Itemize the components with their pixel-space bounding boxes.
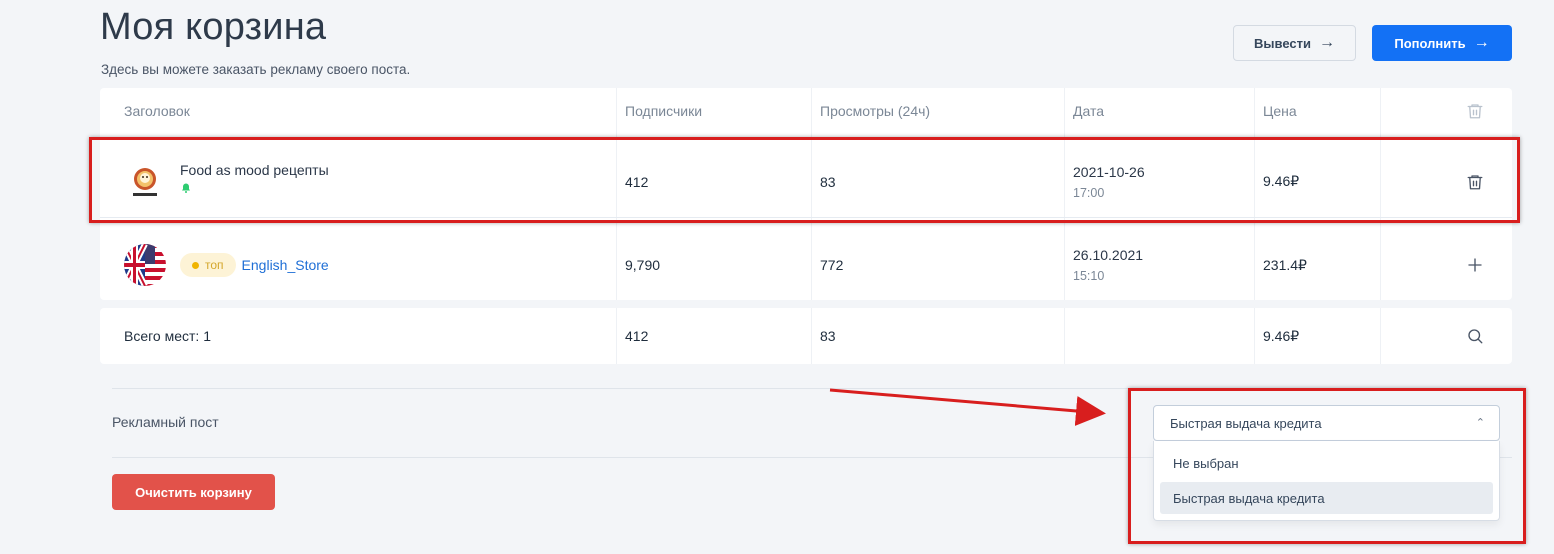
dropdown-option[interactable]: Не выбран — [1160, 447, 1493, 479]
search-icon[interactable] — [1462, 308, 1488, 364]
table-header: Заголовок Подписчики Просмотры (24ч) Дат… — [100, 88, 1512, 134]
channel-avatar — [124, 160, 166, 203]
chevron-up-icon: ⌃ — [1475, 417, 1485, 429]
table-row: топ English_Store 9,790 772 26.10.2021 1… — [100, 230, 1512, 300]
arrow-right-icon: → — [1318, 34, 1335, 51]
ad-post-selected: Быстрая выдача кредита — [1170, 415, 1322, 431]
total-price: 9.46₽ — [1263, 327, 1300, 344]
channel-avatar — [124, 244, 166, 286]
divider — [112, 388, 1512, 389]
time-value: 17:00 — [1073, 185, 1105, 200]
top-badge-label: топ — [205, 258, 224, 272]
date-value: 26.10.2021 — [1073, 247, 1144, 263]
price-value: 9.46₽ — [1263, 173, 1300, 189]
withdraw-button[interactable]: Вывести → — [1233, 25, 1356, 61]
total-label: Всего мест: 1 — [124, 328, 211, 344]
subscribers-value: 9,790 — [625, 257, 661, 273]
header-views: Просмотры (24ч) — [820, 103, 931, 119]
header-title: Заголовок — [124, 103, 190, 119]
top-badge: топ — [180, 253, 236, 277]
views-value: 83 — [820, 173, 836, 190]
topup-button[interactable]: Пополнить → — [1372, 25, 1512, 61]
bell-icon — [182, 183, 190, 193]
channel-name[interactable]: Food as mood рецепты — [180, 162, 329, 178]
price-value: 231.4₽ — [1263, 256, 1307, 273]
total-views: 83 — [820, 328, 836, 344]
page-subtitle: Здесь вы можете заказать рекламу своего … — [101, 62, 411, 77]
dropdown-option-selected[interactable]: Быстрая выдача кредита — [1160, 482, 1493, 514]
clear-cart-button[interactable]: Очистить корзину — [112, 474, 275, 510]
date-value: 2021-10-26 — [1073, 163, 1145, 180]
header-date: Дата — [1073, 103, 1105, 119]
subscribers-value: 412 — [625, 173, 649, 190]
topup-label: Пополнить — [1394, 35, 1466, 51]
table-row: Food as mood рецепты 412 83 2021-10-26 1… — [100, 146, 1512, 218]
page-title: Моя корзина — [100, 6, 327, 48]
cart-table: Заголовок Подписчики Просмотры (24ч) Дат… — [100, 88, 1512, 300]
ad-post-label: Рекламный пост — [112, 414, 219, 430]
total-subscribers: 412 — [625, 328, 649, 344]
channel-link[interactable]: English_Store — [242, 257, 329, 273]
trash-icon[interactable] — [1462, 146, 1488, 217]
header-subscribers: Подписчики — [625, 103, 703, 119]
time-value: 15:10 — [1073, 269, 1105, 283]
header-price: Цена — [1263, 103, 1297, 119]
plus-icon[interactable] — [1462, 230, 1488, 300]
ad-post-select[interactable]: Быстрая выдача кредита ⌃ — [1153, 405, 1500, 441]
views-value: 772 — [820, 257, 844, 273]
cart-total-row: Всего мест: 1 412 83 9.46₽ — [100, 308, 1512, 364]
badge-dot — [192, 261, 199, 269]
arrow-right-icon: → — [1473, 34, 1490, 51]
trash-all-icon[interactable] — [1462, 88, 1488, 134]
ad-post-dropdown: Не выбран Быстрая выдача кредита — [1153, 441, 1500, 521]
withdraw-label: Вывести — [1254, 35, 1311, 51]
